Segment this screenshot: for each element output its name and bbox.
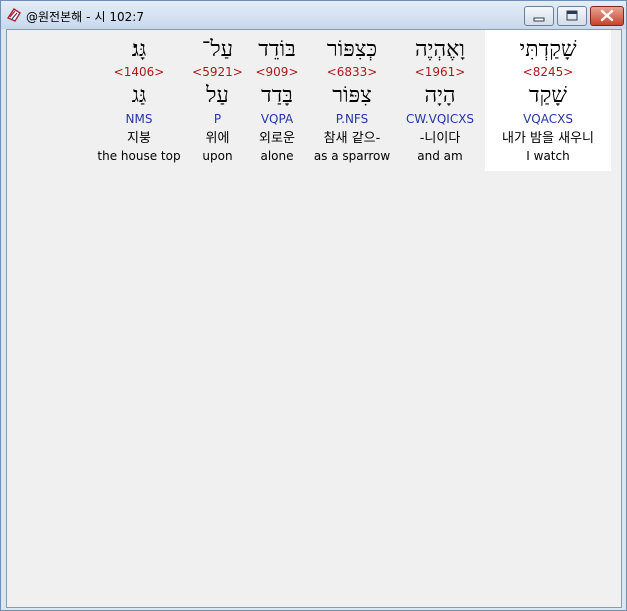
english-gloss: and am xyxy=(417,149,463,163)
korean-gloss: 외로운 xyxy=(259,131,295,146)
english-gloss: as a sparrow xyxy=(313,149,391,163)
korean-gloss: 지붕 xyxy=(127,131,151,146)
interlinear-view[interactable]: שָׁקַדְתִּי <8245> שָׁקַד VQACXS 내가 밤을 새… xyxy=(6,29,622,608)
morph-code[interactable]: CW.VQICXS xyxy=(395,112,485,127)
hebrew-word: בּוֹדֵד xyxy=(258,37,296,62)
morph-code[interactable]: VQPA xyxy=(245,112,309,127)
window-title-app: @원전본해 xyxy=(26,10,83,24)
window-title-reference: 시 102:7 xyxy=(94,10,144,24)
strong-number[interactable]: <1406> xyxy=(95,65,183,80)
minimize-icon xyxy=(533,17,545,22)
korean-gloss: -니이다 xyxy=(419,131,461,146)
hebrew-lemma: הָיָה xyxy=(424,83,456,108)
english-gloss: the house top xyxy=(97,149,181,163)
hebrew-lemma: גַּג xyxy=(131,83,147,108)
close-button[interactable] xyxy=(590,6,624,26)
hebrew-lemma: עַל xyxy=(206,83,229,108)
hebrew-lemma: בָּדַד xyxy=(261,83,293,108)
minimize-button[interactable] xyxy=(524,6,554,26)
english-gloss: alone xyxy=(260,149,294,163)
hebrew-lemma: שָׁקַד xyxy=(529,83,567,108)
english-gloss: I watch xyxy=(526,149,570,163)
korean-gloss: 위에 xyxy=(205,131,230,146)
strong-number[interactable]: <909> xyxy=(245,65,309,80)
hebrew-word: שָׁקַדְתִּי xyxy=(519,37,577,62)
strong-number[interactable]: <8245> xyxy=(485,65,611,80)
hebrew-word: גָּג׃ xyxy=(131,37,147,62)
title-bar[interactable]: @원전본해 - 시 102:7 xyxy=(1,1,626,29)
korean-gloss: 참새 같으- xyxy=(323,131,381,146)
strong-number[interactable]: <1961> xyxy=(395,65,485,80)
hebrew-word: וָאֶהְיֶה xyxy=(415,37,465,62)
app-window: @원전본해 - 시 102:7 שָׁקַדְתִּי <8245> שָׁקַד … xyxy=(0,0,627,611)
morph-code[interactable]: P xyxy=(190,112,245,127)
maximize-button[interactable] xyxy=(557,6,587,26)
korean-gloss: 내가 밤을 새우니 xyxy=(502,131,594,146)
strong-number[interactable]: <5921> xyxy=(190,65,245,80)
window-title: @원전본해 - 시 102:7 xyxy=(26,8,144,25)
hebrew-word: כְּצִפּוֹר xyxy=(326,37,378,62)
morph-code[interactable]: VQACXS xyxy=(485,112,611,127)
app-logo-icon xyxy=(6,7,22,23)
maximize-icon xyxy=(566,10,578,21)
strong-number[interactable]: <6833> xyxy=(309,65,395,80)
hebrew-word: עַל־ xyxy=(201,37,234,62)
window-title-separator: - xyxy=(86,10,91,24)
morph-code[interactable]: P.NFS xyxy=(309,112,395,127)
hebrew-lemma: צִפּוֹר xyxy=(332,83,372,108)
close-icon xyxy=(600,9,614,22)
morph-code[interactable]: NMS xyxy=(95,112,183,127)
english-gloss: upon xyxy=(202,149,233,163)
